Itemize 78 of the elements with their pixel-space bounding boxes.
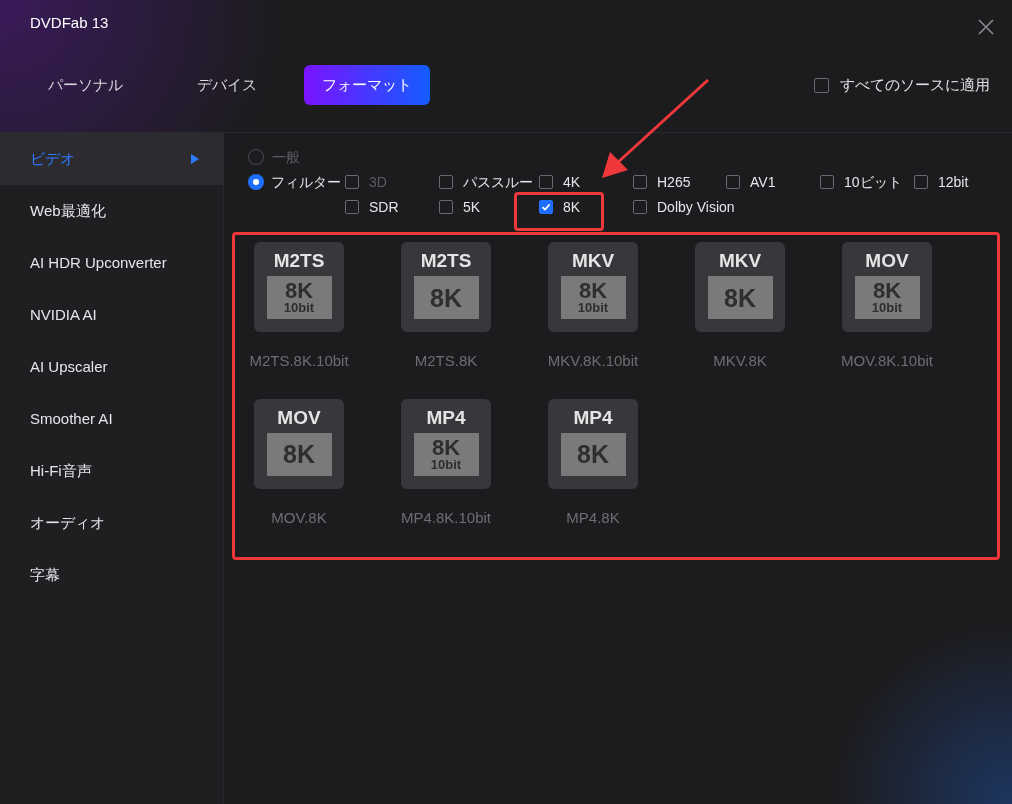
checkbox[interactable] <box>726 175 740 189</box>
filter-label: 5K <box>463 197 481 217</box>
sidebar-item[interactable]: Smoother AI <box>0 393 223 445</box>
format-tile[interactable]: MKV 8K <box>695 242 785 332</box>
format-tile[interactable]: MOV 8K 10bit <box>842 242 932 332</box>
container-label: MKV <box>571 250 615 272</box>
filter-label: 3D <box>369 172 387 192</box>
checkbox[interactable] <box>914 175 928 189</box>
resolution-text: 8K <box>578 281 608 301</box>
checkbox[interactable] <box>633 200 647 214</box>
checkbox[interactable] <box>633 175 647 189</box>
container-label: MP4 <box>426 406 466 429</box>
sidebar-item[interactable]: AI HDR Upconverter <box>0 237 223 289</box>
container-label: MOV <box>277 406 321 429</box>
resolution-text: 8K <box>724 284 756 311</box>
triangle-icon <box>191 154 199 164</box>
resolution-text: 8K <box>430 284 462 311</box>
resolution-text: 8K <box>431 437 461 458</box>
format-name: MOV.8K.10bit <box>841 351 933 371</box>
format-tile[interactable]: M2TS 8K <box>401 242 491 332</box>
format-name: MP4.8K <box>566 507 620 528</box>
bit-depth-text: 10bit <box>283 301 315 314</box>
resolution-text: 8K <box>872 281 902 301</box>
resolution-text: 8K <box>284 281 314 301</box>
format-tile[interactable]: MOV 8K <box>254 398 344 489</box>
tab[interactable]: フォーマット <box>304 65 430 105</box>
format-name: M2TS.8K <box>414 351 478 371</box>
container-label: M2TS <box>420 250 472 272</box>
format-name: M2TS.8K.10bit <box>249 351 349 371</box>
window-title: DVDFab 13 <box>30 13 109 33</box>
sidebar-item[interactable]: Web最適化 <box>0 185 223 237</box>
bit-depth-text: 10bit <box>430 457 462 471</box>
radio-label: 一般 <box>272 147 300 167</box>
bit-depth-text: 10bit <box>577 301 609 314</box>
sidebar-item[interactable]: オーディオ <box>0 497 223 549</box>
format-tile[interactable]: M2TS 8K 10bit <box>254 242 344 332</box>
filter-label: パススルー <box>463 172 533 192</box>
container-label: MOV <box>865 250 909 272</box>
format-name: MOV.8K <box>271 507 327 528</box>
checkbox[interactable] <box>439 200 453 214</box>
checkbox[interactable] <box>820 175 834 189</box>
filter-label: 4K <box>563 172 581 192</box>
radio-label: フィルター <box>271 172 341 192</box>
format-name: MKV.8K.10bit <box>547 351 639 371</box>
container-label: MP4 <box>573 406 613 429</box>
bit-depth-text: 10bit <box>871 301 903 314</box>
sidebar-item[interactable]: 字幕 <box>0 549 223 601</box>
resolution-text: 8K <box>577 441 609 467</box>
checkbox[interactable] <box>539 200 553 214</box>
tab[interactable]: デバイス <box>163 65 290 105</box>
filter-label: 12bit <box>938 172 969 192</box>
check-icon <box>541 202 551 212</box>
format-tile[interactable]: MP4 8K 10bit <box>401 398 491 489</box>
radio-button[interactable] <box>248 174 264 190</box>
checkbox[interactable] <box>345 200 359 214</box>
checkbox[interactable] <box>539 175 553 189</box>
sidebar-item[interactable]: Hi-Fi音声 <box>0 445 223 497</box>
filter-label: AV1 <box>750 172 776 192</box>
format-name: MP4.8K.10bit <box>400 507 492 528</box>
tab[interactable]: パーソナル <box>22 65 149 105</box>
filter-label: H265 <box>657 172 691 192</box>
format-name: MKV.8K <box>713 351 767 371</box>
sidebar-item[interactable]: NVIDIA AI <box>0 289 223 341</box>
container-label: M2TS <box>273 250 325 272</box>
filter-label: 8K <box>563 197 581 217</box>
sidebar-item[interactable]: ビデオ <box>0 133 223 185</box>
filter-label: SDR <box>369 197 399 217</box>
close-icon[interactable] <box>977 18 995 36</box>
apply-all-label: すべてのソースに適用 <box>840 74 990 95</box>
filter-label: 10ビット <box>844 172 902 192</box>
container-label: MKV <box>718 250 762 272</box>
format-tile[interactable]: MP4 8K <box>548 398 638 489</box>
resolution-text: 8K <box>283 441 315 467</box>
format-tile[interactable]: MKV 8K 10bit <box>548 242 638 332</box>
sidebar-item[interactable]: AI Upscaler <box>0 341 223 393</box>
checkbox[interactable] <box>814 77 829 93</box>
checkbox[interactable] <box>439 175 453 189</box>
filter-label: Dolby Vision <box>657 197 735 217</box>
